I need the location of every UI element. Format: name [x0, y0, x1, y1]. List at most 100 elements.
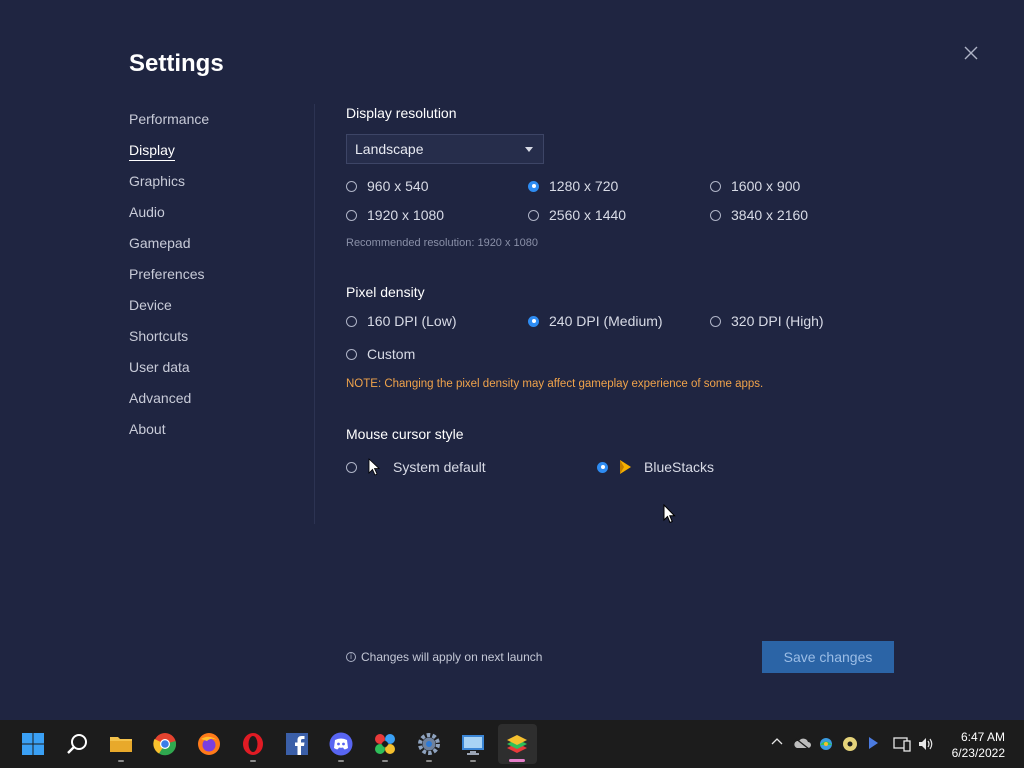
radio-label: 1280 x 720	[549, 178, 619, 194]
bluestacks-cursor-icon	[620, 460, 631, 474]
sidebar-item-label: User data	[129, 359, 190, 375]
dpi-radio-160[interactable]: 160 DPI (Low)	[346, 313, 456, 329]
network-display-icon[interactable]	[893, 736, 911, 755]
footer-info-text: Changes will apply on next launch	[361, 650, 543, 664]
radio-label: 1920 x 1080	[367, 207, 445, 223]
radio-label: BlueStacks	[644, 459, 715, 475]
sidebar-item-display[interactable]: Display	[129, 141, 209, 172]
clock-date: 6/23/2022	[951, 746, 1005, 760]
opera-icon[interactable]	[241, 732, 265, 756]
caret-down-icon	[525, 147, 533, 152]
network-share-icon[interactable]	[817, 736, 835, 755]
radio-icon	[528, 209, 539, 221]
sidebar-item-label: Gamepad	[129, 235, 191, 251]
radio-icon	[710, 315, 721, 327]
sidebar-item-label: Graphics	[129, 173, 186, 189]
sidebar-item-shortcuts[interactable]: Shortcuts	[129, 327, 209, 358]
radio-selected-icon	[597, 461, 608, 473]
cursor-radio-system-default[interactable]: System default	[346, 458, 486, 476]
radio-icon	[346, 461, 357, 473]
sidebar-item-preferences[interactable]: Preferences	[129, 265, 209, 296]
running-indicator	[470, 760, 476, 762]
radio-icon	[346, 209, 357, 221]
sidebar-item-label: Display	[129, 141, 175, 161]
cursor-radio-bluestacks[interactable]: BlueStacks	[597, 458, 714, 476]
onedrive-cloud-icon[interactable]	[793, 736, 811, 753]
volume-icon[interactable]	[917, 736, 935, 755]
sidebar-item-label: Preferences	[129, 266, 205, 282]
radio-icon	[346, 180, 357, 192]
dpi-radio-320[interactable]: 320 DPI (High)	[710, 313, 824, 329]
system-cursor-icon	[368, 458, 381, 476]
recommended-resolution-text: Recommended resolution: 1920 x 1080	[346, 237, 539, 249]
sidebar-item-label: Device	[129, 297, 172, 313]
games-launcher-icon[interactable]	[373, 732, 397, 756]
mouse-cursor-heading: Mouse cursor style	[346, 426, 464, 442]
sidebar-item-audio[interactable]: Audio	[129, 203, 209, 234]
radio-selected-icon	[528, 315, 539, 327]
media-disc-icon[interactable]	[842, 736, 858, 755]
search-icon[interactable]	[65, 732, 89, 756]
dpi-radio-custom[interactable]: Custom	[346, 346, 415, 362]
sidebar-item-performance[interactable]: Performance	[129, 110, 209, 141]
orientation-value: Landscape	[355, 141, 424, 157]
radio-label: 320 DPI (High)	[731, 313, 824, 329]
resolution-radio-1920x1080[interactable]: 1920 x 1080	[346, 207, 444, 223]
running-indicator	[426, 760, 432, 762]
sidebar-item-gamepad[interactable]: Gamepad	[129, 234, 209, 265]
running-indicator	[250, 760, 256, 762]
bluestacks-icon[interactable]	[505, 732, 529, 756]
save-changes-button[interactable]: Save changes	[762, 641, 894, 673]
running-indicator	[118, 760, 124, 762]
bluestacks-tray-icon[interactable]	[867, 736, 879, 753]
orientation-dropdown[interactable]: Landscape	[346, 134, 544, 164]
sidebar-item-label: Advanced	[129, 390, 192, 406]
resolution-radio-960x540[interactable]: 960 x 540	[346, 178, 429, 194]
sidebar-item-about[interactable]: About	[129, 420, 209, 451]
radio-label: 1600 x 900	[731, 178, 801, 194]
sidebar-item-advanced[interactable]: Advanced	[129, 389, 209, 420]
display-resolution-heading: Display resolution	[346, 105, 457, 121]
show-hidden-icons-chevron-icon[interactable]	[771, 736, 783, 751]
sidebar: Performance Display Graphics Audio Gamep…	[129, 110, 209, 451]
radio-label: System default	[393, 459, 486, 475]
sidebar-item-user-data[interactable]: User data	[129, 358, 209, 389]
remote-desktop-icon[interactable]	[461, 732, 485, 756]
radio-icon	[346, 315, 357, 327]
firefox-icon[interactable]	[197, 732, 221, 756]
settings-gear-icon[interactable]	[417, 732, 441, 756]
mouse-pointer-icon	[663, 504, 676, 524]
clock[interactable]: 6:47 AM 6/23/2022	[952, 729, 1005, 761]
resolution-radio-1600x900[interactable]: 1600 x 900	[710, 178, 800, 194]
running-indicator	[382, 760, 388, 762]
windows-start-icon[interactable]	[21, 732, 45, 756]
clock-time: 6:47 AM	[960, 730, 1005, 744]
sidebar-item-device[interactable]: Device	[129, 296, 209, 327]
facebook-icon[interactable]	[285, 732, 309, 756]
dpi-radio-240[interactable]: 240 DPI (Medium)	[528, 313, 663, 329]
sidebar-item-label: Shortcuts	[129, 328, 189, 344]
footer-info: i Changes will apply on next launch	[346, 650, 542, 664]
close-icon[interactable]	[962, 44, 980, 62]
radio-label: 2560 x 1440	[549, 207, 627, 223]
resolution-radio-1280x720[interactable]: 1280 x 720	[528, 178, 618, 194]
radio-label: 240 DPI (Medium)	[549, 313, 663, 329]
pixel-density-heading: Pixel density	[346, 284, 425, 300]
sidebar-item-label: About	[129, 421, 166, 437]
radio-selected-icon	[528, 180, 539, 192]
chrome-icon[interactable]	[153, 732, 177, 756]
active-app-indicator	[509, 759, 525, 762]
radio-label: 160 DPI (Low)	[367, 313, 457, 329]
resolution-radio-2560x1440[interactable]: 2560 x 1440	[528, 207, 626, 223]
file-explorer-icon[interactable]	[109, 732, 133, 756]
page-title: Settings	[129, 50, 224, 77]
resolution-radio-3840x2160[interactable]: 3840 x 2160	[710, 207, 808, 223]
radio-label: 960 x 540	[367, 178, 429, 194]
sidebar-divider	[314, 104, 315, 524]
sidebar-item-graphics[interactable]: Graphics	[129, 172, 209, 203]
running-indicator	[338, 760, 344, 762]
radio-icon	[710, 180, 721, 192]
radio-icon	[346, 348, 357, 360]
discord-icon[interactable]	[329, 732, 353, 756]
pixel-density-note: NOTE: Changing the pixel density may aff…	[346, 378, 764, 390]
